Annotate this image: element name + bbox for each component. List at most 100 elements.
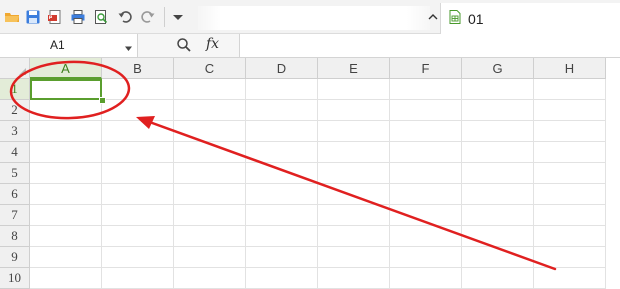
cell-g8[interactable] [462, 226, 534, 247]
cell-b5[interactable] [102, 163, 174, 184]
cell-g9[interactable] [462, 247, 534, 268]
cell-g4[interactable] [462, 142, 534, 163]
export-pdf-icon[interactable] [47, 9, 63, 25]
tab-collapse-icon[interactable] [425, 9, 441, 25]
cell-h9[interactable] [534, 247, 606, 268]
cell-f5[interactable] [390, 163, 462, 184]
row-header-1[interactable]: 1 [0, 79, 30, 100]
cell-f4[interactable] [390, 142, 462, 163]
cell-e10[interactable] [318, 268, 390, 289]
column-header-f[interactable]: F [390, 58, 462, 79]
cell-f7[interactable] [390, 205, 462, 226]
cell-e8[interactable] [318, 226, 390, 247]
cell-d7[interactable] [246, 205, 318, 226]
column-header-c[interactable]: C [174, 58, 246, 79]
cell-a7[interactable] [30, 205, 102, 226]
row-header-3[interactable]: 3 [0, 121, 30, 142]
cell-d9[interactable] [246, 247, 318, 268]
row-header-8[interactable]: 8 [0, 226, 30, 247]
cell-a8[interactable] [30, 226, 102, 247]
column-header-h[interactable]: H [534, 58, 606, 79]
cell-b3[interactable] [102, 121, 174, 142]
cell-b6[interactable] [102, 184, 174, 205]
cell-a9[interactable] [30, 247, 102, 268]
cell-h1[interactable] [534, 79, 606, 100]
undo-icon[interactable] [117, 9, 133, 25]
cell-h4[interactable] [534, 142, 606, 163]
cell-a6[interactable] [30, 184, 102, 205]
chevron-down-icon[interactable] [124, 40, 133, 58]
cell-f8[interactable] [390, 226, 462, 247]
cell-f2[interactable] [390, 100, 462, 121]
customize-dropdown-icon[interactable] [170, 9, 186, 25]
cell-e3[interactable] [318, 121, 390, 142]
cell-a2[interactable] [30, 100, 102, 121]
cell-d2[interactable] [246, 100, 318, 121]
cell-d4[interactable] [246, 142, 318, 163]
cell-c3[interactable] [174, 121, 246, 142]
cell-e5[interactable] [318, 163, 390, 184]
cell-h3[interactable] [534, 121, 606, 142]
column-header-d[interactable]: D [246, 58, 318, 79]
select-all-corner[interactable] [0, 58, 30, 79]
cell-c6[interactable] [174, 184, 246, 205]
cell-h7[interactable] [534, 205, 606, 226]
cell-f9[interactable] [390, 247, 462, 268]
cell-g7[interactable] [462, 205, 534, 226]
redo-icon[interactable] [140, 9, 156, 25]
cell-b1[interactable] [102, 79, 174, 100]
cell-g3[interactable] [462, 121, 534, 142]
cell-b7[interactable] [102, 205, 174, 226]
zoom-icon[interactable] [176, 37, 192, 58]
save-icon[interactable] [25, 9, 41, 25]
row-header-4[interactable]: 4 [0, 142, 30, 163]
open-folder-icon[interactable] [4, 9, 20, 25]
cell-c8[interactable] [174, 226, 246, 247]
cell-g2[interactable] [462, 100, 534, 121]
row-header-7[interactable]: 7 [0, 205, 30, 226]
cell-h8[interactable] [534, 226, 606, 247]
cell-d5[interactable] [246, 163, 318, 184]
cell-h5[interactable] [534, 163, 606, 184]
cell-h10[interactable] [534, 268, 606, 289]
cell-a5[interactable] [30, 163, 102, 184]
column-header-e[interactable]: E [318, 58, 390, 79]
cell-b2[interactable] [102, 100, 174, 121]
print-icon[interactable] [70, 9, 86, 25]
cell-f1[interactable] [390, 79, 462, 100]
cell-f6[interactable] [390, 184, 462, 205]
cell-h2[interactable] [534, 100, 606, 121]
column-header-b[interactable]: B [102, 58, 174, 79]
tab-document[interactable]: 01 [440, 3, 620, 34]
cell-g5[interactable] [462, 163, 534, 184]
cell-c7[interactable] [174, 205, 246, 226]
row-header-9[interactable]: 9 [0, 247, 30, 268]
cell-c10[interactable] [174, 268, 246, 289]
cell-e2[interactable] [318, 100, 390, 121]
cell-f3[interactable] [390, 121, 462, 142]
cell-d10[interactable] [246, 268, 318, 289]
cell-e9[interactable] [318, 247, 390, 268]
cell-a4[interactable] [30, 142, 102, 163]
cell-e7[interactable] [318, 205, 390, 226]
row-header-10[interactable]: 10 [0, 268, 30, 289]
row-header-6[interactable]: 6 [0, 184, 30, 205]
cell-a3[interactable] [30, 121, 102, 142]
cell-c1[interactable] [174, 79, 246, 100]
cell-g10[interactable] [462, 268, 534, 289]
print-preview-icon[interactable] [93, 9, 109, 25]
cell-e6[interactable] [318, 184, 390, 205]
row-header-2[interactable]: 2 [0, 100, 30, 121]
cell-c9[interactable] [174, 247, 246, 268]
cell-b9[interactable] [102, 247, 174, 268]
cell-e1[interactable] [318, 79, 390, 100]
column-header-a[interactable]: A [30, 58, 102, 79]
cell-b10[interactable] [102, 268, 174, 289]
cell-a1[interactable] [30, 79, 102, 100]
cell-d6[interactable] [246, 184, 318, 205]
cell-a10[interactable] [30, 268, 102, 289]
cell-e4[interactable] [318, 142, 390, 163]
cell-c2[interactable] [174, 100, 246, 121]
cell-d1[interactable] [246, 79, 318, 100]
cell-b8[interactable] [102, 226, 174, 247]
